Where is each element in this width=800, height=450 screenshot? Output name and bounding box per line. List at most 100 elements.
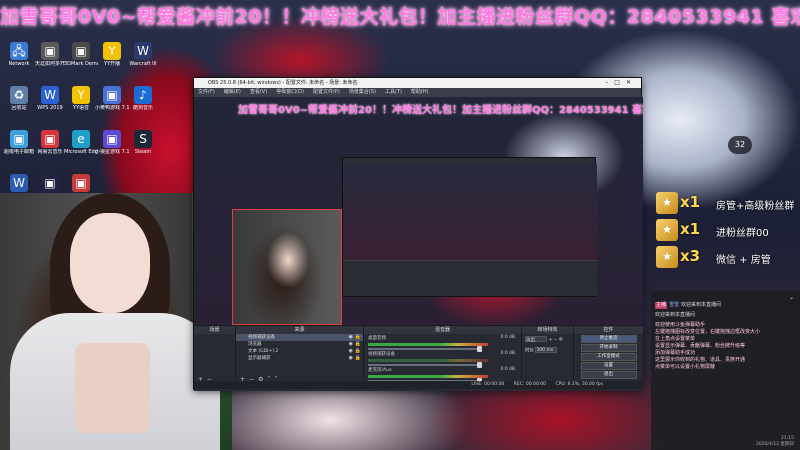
sources-dock: 来源 视频捕获设备 ◉ 🔒 浏览器 ◉ 🔒 文本 (GDI+) 2 ◉ 🔒 显示器捕获 ◉ 🔒 +−⚙… xyxy=(236,326,364,384)
desktop-icon[interactable]: ▣ 天涯如何多开 xyxy=(33,40,67,78)
maximize-icon[interactable]: □ xyxy=(614,79,626,86)
gear-icon[interactable]: ⚙ xyxy=(559,338,563,343)
desktop-icon[interactable]: ▣ 小黄鸭游戏 7.1 xyxy=(95,84,129,122)
obs-preview[interactable]: 加雪哥哥0V0~帮爱酱冲前20！！冲榜送大礼包！加主播进粉丝群QQ：284053… xyxy=(194,97,643,325)
menu-item[interactable]: 编辑(E) xyxy=(224,89,241,95)
chevron-down-icon[interactable]: ⌄ xyxy=(789,294,794,301)
chat-notice: 设置显示弹幕、贡献弹幕、粉丝牌升级等 xyxy=(655,343,746,349)
eye-icon[interactable]: ◉ xyxy=(349,334,353,341)
mixer-dock: 混音器 桌面音频 0.0 dB 视频捕获设备 0.0 dB 麦克风/Aux 0.0 dB xyxy=(364,326,522,384)
obs-window[interactable]: OBS 25.0.8 (64-bit, windows) - 配置文件: 未命名… xyxy=(193,77,643,391)
danmaku-chat-panel[interactable]: ⌄ 主播 雪雪 欢迎来到本直播间 欢迎来到本直播间 欢迎使用斗鱼弹幕助手 左键拖拽图标改… xyxy=(651,291,800,450)
cpu-status: CPU: 6.1%, 30.00 fps xyxy=(555,382,604,387)
timer-badge: 32 xyxy=(728,136,752,154)
transition-type-select[interactable]: 淡出 xyxy=(525,336,547,343)
desktop-icon-label: 3DMark Demo xyxy=(64,61,98,67)
desktop-icon[interactable]: ▣ 小狼星游戏 7.1 xyxy=(95,128,129,166)
chat-notice: 这里展示你收到的礼物、道具、贵族开通 xyxy=(655,357,746,363)
source-item[interactable]: 浏览器 ◉ 🔒 xyxy=(236,341,363,348)
gift-row: ★ x1 进粉丝群00 xyxy=(650,217,800,244)
stop-streaming-button[interactable]: 停止推流 xyxy=(580,335,637,343)
control-button[interactable]: 开始录制 xyxy=(580,344,637,352)
window-controls[interactable]: –□✕ xyxy=(605,78,637,88)
desktop-icon[interactable]: S Steam xyxy=(126,128,160,166)
desktop-icon-label: Steam xyxy=(134,149,152,155)
source-name: 文本 (GDI+) 2 xyxy=(248,349,279,354)
gift-multiplier: x3 xyxy=(680,247,701,265)
chat-notice: 左键拖拽图标改变位置，右键拖拽边框改变大小 xyxy=(655,329,761,335)
desktop-icon[interactable]: W WPS 2019 xyxy=(33,84,67,122)
controls-dock-title: 控件 xyxy=(574,326,643,334)
live-status: LIVE: 00:00:00 xyxy=(471,382,505,387)
desktop-icon[interactable]: ▣ 3DMark Demo xyxy=(64,40,98,78)
volume-meter xyxy=(368,343,488,346)
stream-banner: 加雪哥哥0V0~帮爱酱冲前20！！冲榜送大礼包！加主播进粉丝群QQ：284053… xyxy=(0,6,800,28)
eye-icon[interactable]: ◉ xyxy=(349,341,353,348)
menu-item[interactable]: 场景集合(S) xyxy=(349,89,376,95)
minimize-icon[interactable]: – xyxy=(605,79,614,86)
desktop-icon[interactable]: 🖧 Network xyxy=(2,40,36,78)
chat-text: 欢迎来到本直播间 xyxy=(655,312,696,318)
gift-multiplier: x1 xyxy=(680,193,701,211)
menu-item[interactable]: 配置文件(P) xyxy=(313,89,340,95)
mixer-track-db: 0.0 dB xyxy=(500,351,515,356)
sources-list: 视频捕获设备 ◉ 🔒 浏览器 ◉ 🔒 文本 (GDI+) 2 ◉ 🔒 显示器捕获 ◉ 🔒 xyxy=(236,334,363,362)
desktop-icon[interactable]: Y YY语音 xyxy=(64,84,98,122)
chat-notice: 点菜单可以设置小礼物屏蔽 xyxy=(655,364,716,370)
transition-duration-row[interactable]: 时长 300 ms xyxy=(522,345,573,356)
transition-type-row[interactable]: 淡出 + − ⚙ xyxy=(522,334,573,345)
yy-icon: Y xyxy=(103,42,121,60)
mixer-track-name: 麦克风/Aux xyxy=(368,368,392,373)
volume-meter xyxy=(368,359,488,362)
duration-input[interactable]: 300 ms xyxy=(535,346,558,353)
desktop-icon[interactable]: Y YY开播 xyxy=(95,40,129,78)
desktop-icon[interactable]: W Warcraft III xyxy=(126,40,160,78)
volume-meter xyxy=(368,375,488,378)
control-button[interactable]: 设置 xyxy=(580,362,637,370)
eye-icon[interactable]: ◉ xyxy=(349,355,353,362)
controls-dock: 控件 停止推流 开始录制 工作室模式 设置 退出 xyxy=(574,326,643,384)
edge-icon: e xyxy=(72,130,90,148)
desktop-icon[interactable]: e Microsoft Edge xyxy=(64,128,98,166)
chat-message: 欢迎来到本直播间 xyxy=(655,312,796,319)
desktop-icon[interactable]: ▣ 超级电子邮箱 xyxy=(2,128,36,166)
chat-notices: 欢迎使用斗鱼弹幕助手 左键拖拽图标改变位置，右键拖拽边框改变大小 在上角点设置菜单设… xyxy=(655,322,796,371)
desktop-icon-label: Warcraft III xyxy=(129,61,157,67)
desktop-icon[interactable]: ▣ 网易云音乐 xyxy=(33,128,67,166)
gift-icon: ★ xyxy=(656,219,678,241)
close-icon[interactable]: ✕ xyxy=(626,79,637,86)
eye-icon[interactable]: ◉ xyxy=(349,348,353,355)
source-item[interactable]: 显示器捕获 ◉ 🔒 xyxy=(236,355,363,362)
control-button[interactable]: 工作室模式 xyxy=(580,353,637,361)
app-icon: ▣ xyxy=(72,42,90,60)
gift-icon: ★ xyxy=(656,192,678,214)
lock-icon[interactable]: 🔒 xyxy=(355,334,361,341)
chat-username[interactable]: 雪雪 xyxy=(669,302,679,308)
lock-icon[interactable]: 🔒 xyxy=(355,341,361,348)
menu-item[interactable]: 帮助(H) xyxy=(411,89,429,95)
mixer-track: 桌面音频 0.0 dB xyxy=(364,334,521,352)
preview-webcam-source[interactable] xyxy=(232,209,342,325)
obs-statusbar: LIVE: 00:00:00 REC: 00:00:00 CPU: 6.1%, … xyxy=(194,381,643,389)
lock-icon[interactable]: 🔒 xyxy=(355,348,361,355)
add-icon[interactable]: + xyxy=(548,338,552,343)
remove-icon[interactable]: − xyxy=(554,338,558,343)
menu-item[interactable]: 文件(F) xyxy=(198,89,215,95)
steam-icon: S xyxy=(134,130,152,148)
chat-header: ⌄ xyxy=(655,294,796,302)
obs-titlebar[interactable]: OBS 25.0.8 (64-bit, windows) - 配置文件: 未命名… xyxy=(194,78,641,88)
app-icon: ▣ xyxy=(103,130,121,148)
desktop-icon[interactable]: ♪ 酷狗音乐 xyxy=(126,84,160,122)
menu-item[interactable]: 停靠窗口(D) xyxy=(276,89,304,95)
lock-icon[interactable]: 🔒 xyxy=(355,355,361,362)
desktop-icon[interactable]: ♻ 回收站 xyxy=(2,84,36,122)
transitions-dock-title: 转场特效 xyxy=(522,326,573,334)
game-icon: W xyxy=(134,42,152,60)
control-button[interactable]: 退出 xyxy=(580,371,637,379)
source-item[interactable]: 文本 (GDI+) 2 ◉ 🔒 xyxy=(236,348,363,355)
source-item[interactable]: 视频捕获设备 ◉ 🔒 xyxy=(236,334,363,341)
menu-item[interactable]: 工具(T) xyxy=(385,89,402,95)
menu-item[interactable]: 查看(V) xyxy=(250,89,267,95)
desktop-icon-label: Network xyxy=(8,61,30,67)
obs-title: OBS 25.0.8 (64-bit, windows) - 配置文件: 未命名… xyxy=(208,80,358,86)
